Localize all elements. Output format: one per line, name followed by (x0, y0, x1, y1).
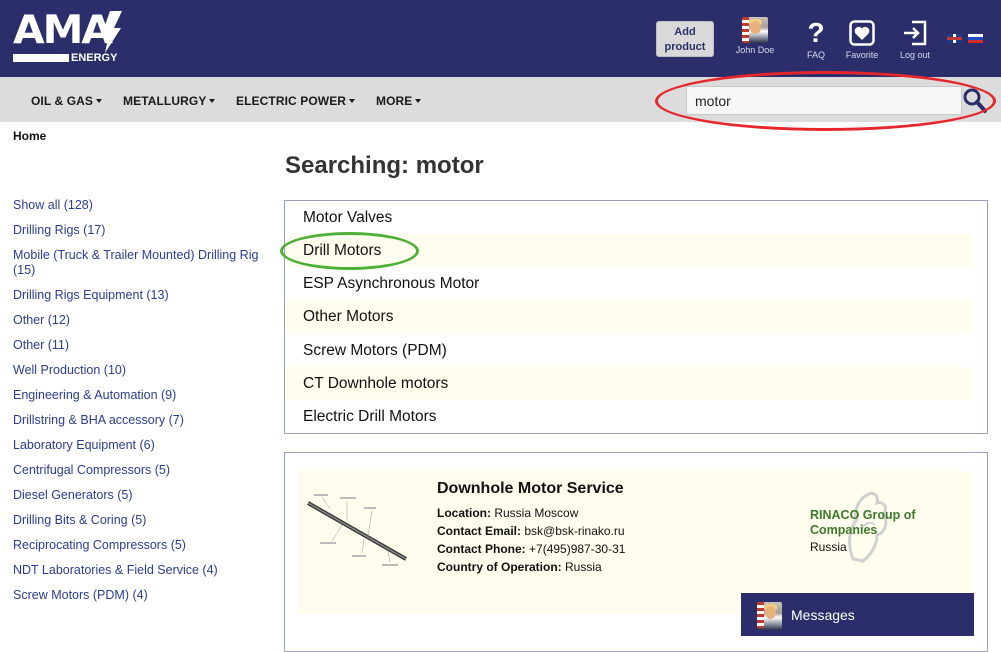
user-name: John Doe (735, 45, 775, 55)
category-motor-valves[interactable]: Motor Valves (285, 201, 972, 234)
filter-other-11[interactable]: Other (11) (13, 338, 268, 353)
search-button[interactable] (962, 86, 988, 115)
search-input[interactable] (686, 86, 962, 115)
email-value[interactable]: bsk@bsk-rinako.ru (524, 524, 624, 538)
filter-drillstring-bha[interactable]: Drillstring & BHA accessory (7) (13, 413, 268, 428)
messages-label: Messages (791, 607, 855, 623)
category-drill-motors[interactable]: Drill Motors (285, 234, 972, 267)
page-title: Searching: motor (285, 152, 484, 179)
nav-oil-gas-label: OIL & GAS (31, 94, 94, 108)
result-email: Contact Email: bsk@bsk-rinako.ru (437, 524, 625, 538)
faq-link[interactable]: ? FAQ (794, 19, 838, 60)
filter-drilling-rigs[interactable]: Drilling Rigs (17) (13, 223, 268, 238)
filter-other-12[interactable]: Other (12) (13, 313, 268, 328)
phone-label: Contact Phone: (437, 542, 526, 556)
faq-icon: ? (807, 19, 824, 47)
avatar (757, 602, 782, 630)
result-location: Location: Russia Moscow (437, 506, 578, 520)
company-country: Russia (810, 540, 847, 554)
messages-widget[interactable]: Messages (741, 593, 974, 636)
ama-energy-logo[interactable]: AMA ENERGY (13, 11, 123, 67)
category-esp-asynchronous-motor[interactable]: ESP Asynchronous Motor (285, 267, 972, 300)
category-filter-list: Show all (128) Drilling Rigs (17) Mobile… (13, 198, 268, 613)
filter-well-production[interactable]: Well Production (10) (13, 363, 268, 378)
logout-link[interactable]: Log out (893, 19, 937, 60)
search-icon (963, 88, 987, 113)
filter-engineering-automation[interactable]: Engineering & Automation (9) (13, 388, 268, 403)
filter-centrifugal-compressors[interactable]: Centrifugal Compressors (5) (13, 463, 268, 478)
lightning-bolt-icon (102, 11, 122, 53)
logo-text: AMA (13, 8, 113, 53)
add-product-button[interactable]: Add product (656, 21, 714, 57)
result-title[interactable]: Downhole Motor Service (437, 480, 624, 498)
nav-more-label: MORE (376, 94, 413, 108)
favorite-label: Favorite (845, 50, 879, 60)
nav-more[interactable]: MORE (376, 94, 422, 108)
country-label: Country of Operation: (437, 560, 562, 574)
country-value: Russia (565, 560, 602, 574)
category-screw-motors-pdm[interactable]: Screw Motors (PDM) (285, 334, 972, 367)
russia-flag-icon[interactable] (968, 34, 983, 43)
nav-electric-power-label: ELECTRIC POWER (236, 94, 347, 108)
logo-bar (13, 54, 69, 62)
filter-screw-motors[interactable]: Screw Motors (PDM) (4) (13, 588, 268, 603)
caret-down-icon (415, 99, 422, 103)
category-electric-drill-motors[interactable]: Electric Drill Motors (285, 400, 972, 433)
email-label: Contact Email: (437, 524, 522, 538)
nav-oil-gas[interactable]: OIL & GAS (31, 94, 103, 108)
filter-show-all[interactable]: Show all (128) (13, 198, 268, 213)
avatar (742, 17, 768, 43)
location-value: Russia Moscow (494, 506, 579, 520)
svg-text:?: ? (807, 19, 824, 47)
matching-categories-panel: Motor Valves Drill Motors ESP Asynchrono… (284, 200, 988, 434)
filter-diesel-generators[interactable]: Diesel Generators (5) (13, 488, 268, 503)
caret-down-icon (96, 99, 103, 103)
logout-icon (904, 20, 927, 46)
logo-subtext: ENERGY (71, 52, 118, 64)
faq-label: FAQ (806, 50, 825, 60)
filter-mobile-drilling-rig[interactable]: Mobile (Truck & Trailer Mounted) Drillin… (13, 248, 268, 278)
heart-icon (849, 20, 875, 46)
nav-metallurgy[interactable]: METALLURGY (123, 94, 216, 108)
user-profile[interactable]: John Doe (733, 17, 777, 55)
uk-flag-icon[interactable] (947, 34, 962, 43)
breadcrumb[interactable]: Home (13, 129, 46, 143)
motor-diagram-image (307, 494, 407, 566)
category-other-motors[interactable]: Other Motors (285, 300, 972, 333)
nav-metallurgy-label: METALLURGY (123, 94, 207, 108)
caret-down-icon (349, 99, 356, 103)
nav-electric-power[interactable]: ELECTRIC POWER (236, 94, 356, 108)
top-header: AMA ENERGY Add product John Doe ? FAQ Fa… (0, 0, 1001, 77)
result-phone: Contact Phone: +7(495)987-30-31 (437, 542, 625, 556)
category-ct-downhole-motors[interactable]: CT Downhole motors (285, 367, 972, 400)
phone-value: +7(495)987-30-31 (529, 542, 626, 556)
caret-down-icon (209, 99, 216, 103)
logout-label: Log out (899, 50, 931, 60)
filter-ndt-laboratories[interactable]: NDT Laboratories & Field Service (4) (13, 563, 268, 578)
favorite-link[interactable]: Favorite (840, 19, 884, 60)
location-label: Location: (437, 506, 491, 520)
filter-drilling-bits-coring[interactable]: Drilling Bits & Coring (5) (13, 513, 268, 528)
company-name-link[interactable]: RINACO Group of Companies (810, 508, 940, 538)
filter-reciprocating-compressors[interactable]: Reciprocating Compressors (5) (13, 538, 268, 553)
filter-drilling-rigs-equipment[interactable]: Drilling Rigs Equipment (13) (13, 288, 268, 303)
filter-laboratory-equipment[interactable]: Laboratory Equipment (6) (13, 438, 268, 453)
result-country: Country of Operation: Russia (437, 560, 602, 574)
